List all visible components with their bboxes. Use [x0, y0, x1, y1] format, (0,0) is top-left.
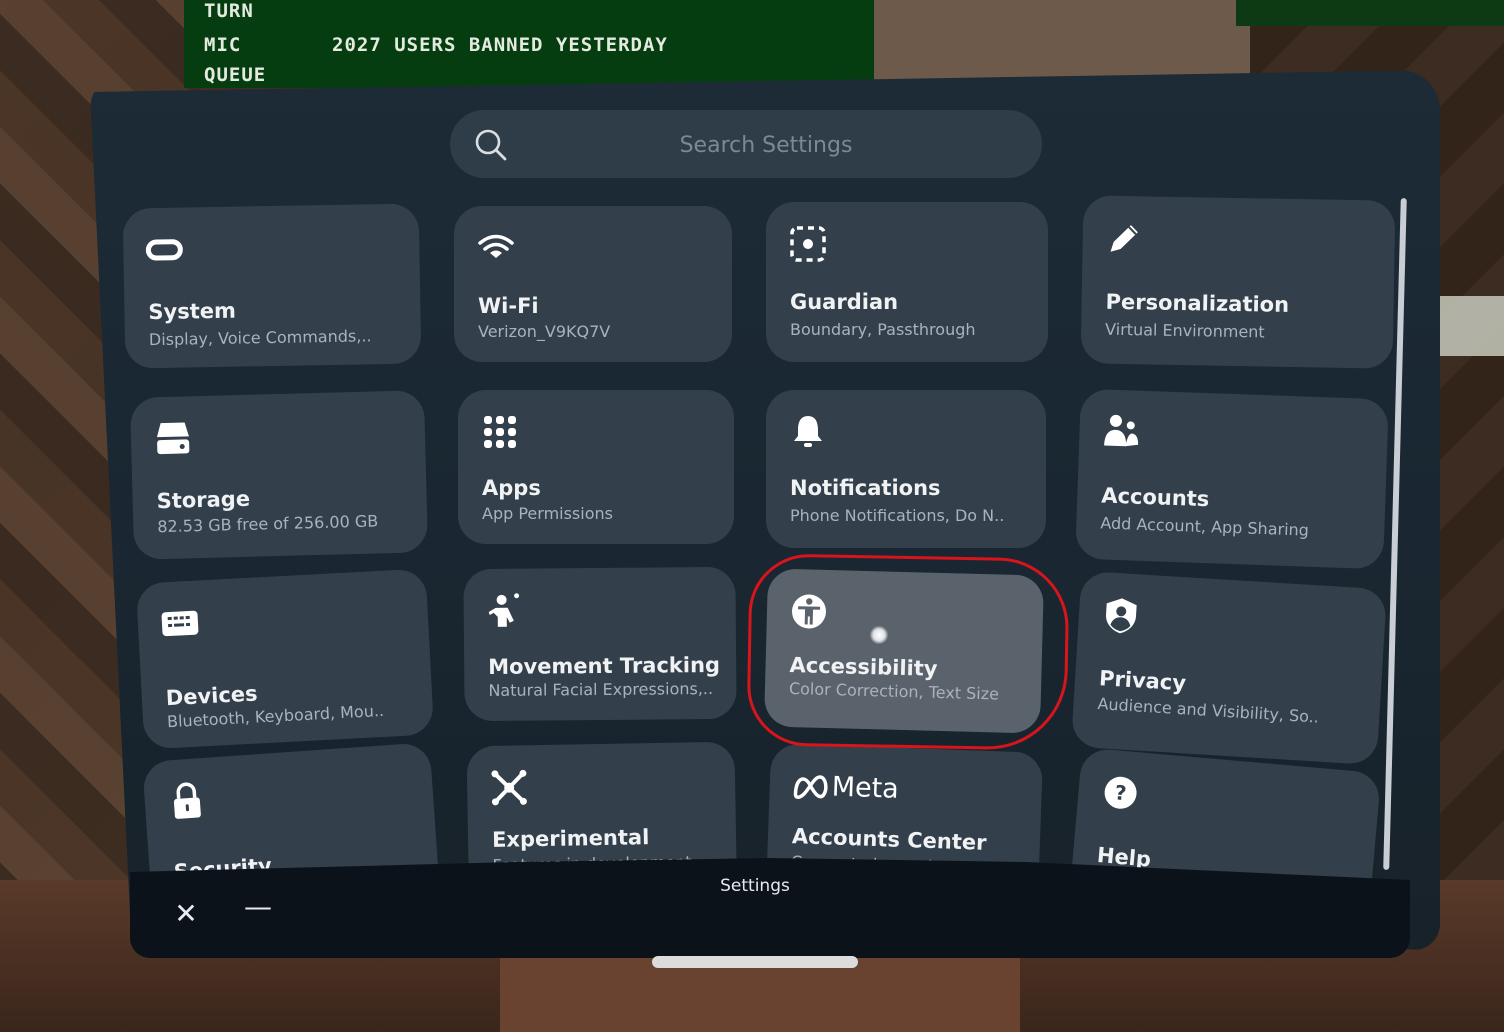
boundary-icon — [788, 224, 828, 264]
tile-subtitle: Natural Facial Expressions,.. — [488, 679, 714, 700]
tile-subtitle: Boundary, Passthrough — [790, 320, 976, 339]
people-icon — [1101, 411, 1142, 452]
settings-tile-privacy[interactable]: Privacy Audience and Visibility, So.. — [1070, 570, 1388, 766]
settings-tile-apps[interactable]: Apps App Permissions — [458, 390, 734, 544]
tile-subtitle: App Permissions — [482, 504, 613, 523]
environment-sign — [1436, 296, 1504, 356]
tile-subtitle: Audience and Visibility, So.. — [1097, 694, 1320, 727]
environment-screen: TURN MIC QUEUE 2027 USERS BANNED YESTERD… — [184, 0, 874, 88]
tile-title: Accounts Center — [791, 824, 987, 855]
window-bottom-bar — [130, 858, 1410, 958]
tile-subtitle: Virtual Environment — [1104, 319, 1265, 342]
tile-title: Privacy — [1098, 666, 1187, 696]
settings-tile-personalization[interactable]: Personalization Virtual Environment — [1080, 195, 1396, 369]
headset-icon — [145, 230, 186, 271]
bell-icon — [788, 412, 828, 452]
help-icon: ? — [1099, 771, 1142, 814]
tile-title: Guardian — [790, 290, 899, 314]
environment-sign-green — [1236, 0, 1504, 26]
settings-tile-wifi[interactable]: Wi-Fi Verizon_V9KQ7V — [454, 206, 732, 362]
meta-logo-text: Meta — [831, 771, 900, 805]
meta-logo-icon: Meta — [791, 766, 922, 811]
settings-tile-guardian[interactable]: Guardian Boundary, Passthrough — [766, 202, 1048, 362]
tile-title: Wi-Fi — [478, 294, 539, 318]
tile-subtitle: Color Correction, Text Size — [788, 679, 1000, 704]
lock-icon — [166, 780, 209, 823]
window-grab-handle[interactable] — [652, 956, 858, 968]
tile-title: Notifications — [790, 476, 941, 500]
apps-grid-icon — [480, 412, 520, 452]
settings-tile-devices[interactable]: Devices Bluetooth, Keyboard, Mou.. — [135, 568, 435, 750]
storage-drive-icon — [152, 418, 193, 459]
pencil-icon — [1104, 218, 1145, 259]
environment-screen-line: TURN — [204, 0, 254, 22]
tile-title: System — [148, 298, 237, 325]
tile-subtitle: Verizon_V9KQ7V — [478, 322, 611, 341]
tile-title: Devices — [165, 681, 259, 711]
settings-tile-movement[interactable]: Movement Tracking Natural Facial Expressi… — [463, 566, 737, 722]
environment-screen-line: MIC — [204, 34, 242, 56]
settings-tile-storage[interactable]: Storage 82.53 GB free of 256.00 GB — [129, 390, 429, 560]
settings-tile-system[interactable]: System Display, Voice Commands,.. — [122, 203, 422, 369]
environment-screen-message: 2027 USERS BANNED YESTERDAY — [332, 34, 668, 56]
settings-tile-accessibility[interactable]: Accessibility Color Correction, Text Size — [763, 568, 1045, 734]
settings-tile-accounts[interactable]: Accounts Add Account, App Sharing — [1075, 388, 1389, 570]
search-icon — [475, 129, 507, 161]
search-input[interactable] — [530, 110, 1002, 180]
window-title: Settings — [720, 876, 790, 896]
tile-title: Experimental — [491, 825, 650, 852]
environment-screen-line: QUEUE — [204, 64, 267, 86]
tile-subtitle: 82.53 GB free of 256.00 GB — [157, 511, 379, 537]
shield-user-icon — [1100, 594, 1142, 636]
tile-title: Apps — [482, 476, 541, 500]
tile-title: Personalization — [1105, 289, 1290, 317]
tile-subtitle: Add Account, App Sharing — [1100, 513, 1310, 540]
accessibility-icon — [788, 591, 829, 632]
minimize-button[interactable]: — — [244, 893, 272, 921]
close-button[interactable]: ✕ — [172, 900, 200, 928]
person-tracking-icon — [486, 591, 526, 631]
search-bar[interactable] — [450, 110, 1042, 180]
tile-title: Movement Tracking — [488, 652, 721, 679]
pointer-cursor — [870, 626, 888, 644]
wifi-icon — [476, 228, 516, 268]
tile-subtitle: Phone Notifications, Do N.. — [790, 506, 1005, 525]
tile-title: Storage — [156, 486, 251, 514]
tile-title: Accounts — [1100, 483, 1210, 512]
svg-text:?: ? — [1114, 780, 1128, 805]
keyboard-icon — [159, 602, 201, 644]
tile-subtitle: Display, Voice Commands,.. — [148, 326, 372, 350]
settings-tile-notifications[interactable]: Notifications Phone Notifications, Do N.. — [766, 390, 1046, 548]
tile-title: Accessibility — [789, 653, 938, 681]
experimental-icon — [489, 767, 530, 808]
